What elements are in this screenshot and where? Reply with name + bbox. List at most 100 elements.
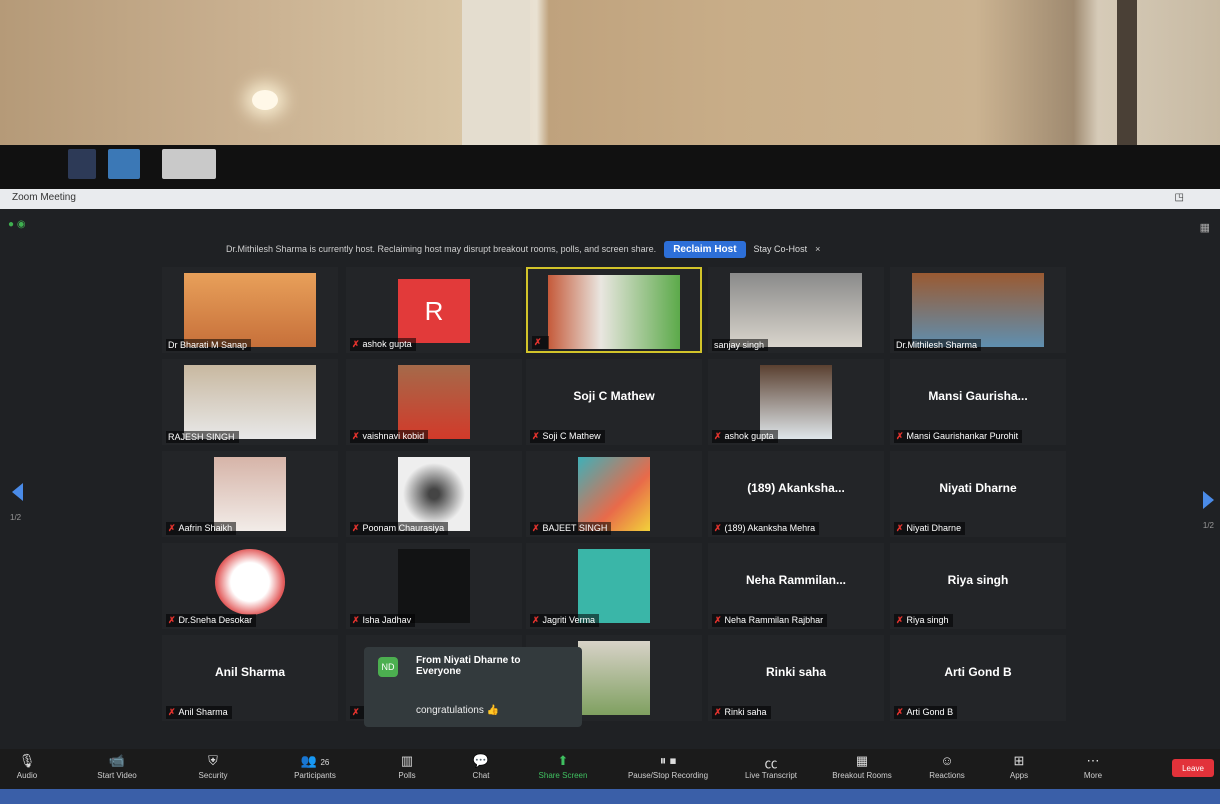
participant-tile[interactable]: Rinki saha ✗ Rinki saha [708, 635, 884, 721]
cc-icon: ㏄ [764, 756, 778, 771]
participant-tile[interactable]: ✗ Aafrin Shaikh [162, 451, 338, 537]
reactions-button[interactable]: ☺ Reactions [912, 749, 982, 789]
chat-button[interactable]: 💬 Chat [446, 749, 516, 789]
security-status-icon[interactable]: ● ◉ [8, 219, 26, 230]
microphone-icon: 🎙 [18, 753, 36, 768]
participant-tile[interactable]: Arti Gond B ✗ Arti Gond B [890, 635, 1066, 721]
muted-mic-icon: ✗ [534, 337, 542, 347]
participant-name: ✗ Isha Jadhav [350, 614, 416, 627]
participant-tile[interactable]: ✗ Jagriti Verma [526, 543, 702, 629]
host-banner: Dr.Mithilesh Sharma is currently host. R… [226, 239, 820, 259]
reclaim-host-button[interactable]: Reclaim Host [664, 240, 746, 258]
participant-name: ✗ [532, 336, 549, 349]
muted-mic-icon: ✗ [714, 431, 722, 441]
breakout-rooms-button[interactable]: ▦ Breakout Rooms [820, 749, 904, 789]
taskbar-app-icon[interactable] [108, 149, 140, 179]
participant-display-name: (189) Akanksha... [747, 481, 845, 495]
participant-name: ✗ Jagriti Verma [530, 614, 600, 627]
taskbar-app-icon[interactable] [68, 149, 96, 179]
participant-name: ✗ Soji C Mathew [530, 430, 605, 443]
share-screen-button[interactable]: ⬆ Share Screen [528, 749, 598, 789]
share-screen-icon: ⬆ [557, 753, 569, 768]
start-video-button[interactable]: 📹 Start Video [82, 749, 152, 789]
video-camera-icon: 📹 [108, 753, 126, 768]
participant-tile[interactable]: Anil Sharma ✗ Anil Sharma [162, 635, 338, 721]
participants-button[interactable]: 👥 26 Participants [280, 749, 350, 789]
participant-tile[interactable]: (189) Akanksha... ✗ (189) Akanksha Mehra [708, 451, 884, 537]
muted-mic-icon: ✗ [532, 523, 540, 533]
security-button[interactable]: ⛨ Security [178, 749, 248, 789]
participant-tile[interactable]: R ✗ ashok gupta [346, 267, 522, 353]
participant-tile[interactable]: Soji C Mathew ✗ Soji C Mathew [526, 359, 702, 445]
window-controls-icon[interactable]: ◳ [1175, 192, 1184, 203]
participant-display-name: Mansi Gaurisha... [928, 389, 1028, 403]
participant-tile[interactable]: ✗ BAJEET SINGH [526, 451, 702, 537]
participant-tile[interactable]: ✗ vaishnavi kobid [346, 359, 522, 445]
participant-tile[interactable]: Dr.Mithilesh Sharma [890, 267, 1066, 353]
muted-mic-icon: ✗ [352, 339, 360, 349]
participant-tile[interactable]: Neha Rammilan... ✗ Neha Rammilan Rajbhar [708, 543, 884, 629]
monitor-bezel [0, 145, 1220, 189]
chat-notification-popup[interactable]: ND From Niyati Dharne to Everyone congra… [364, 647, 582, 727]
os-taskbar [0, 789, 1220, 804]
participant-video [548, 275, 680, 349]
participant-video [398, 365, 470, 439]
chat-icon: 💬 [472, 753, 490, 768]
participant-name: ✗ Aafrin Shaikh [166, 522, 237, 535]
shield-icon: ⛨ [208, 753, 218, 768]
participant-tile[interactable]: Niyati Dharne ✗ Niyati Dharne [890, 451, 1066, 537]
muted-mic-icon: ✗ [896, 523, 904, 533]
people-icon: 👥 26 [300, 753, 330, 768]
room-pillar [462, 0, 530, 145]
participant-name: ✗ Rinki saha [712, 706, 771, 719]
polls-button[interactable]: ▥ Polls [372, 749, 442, 789]
participant-name: ✗ Riya singh [894, 614, 953, 627]
participant-display-name: Rinki saha [765, 665, 827, 679]
participant-tile[interactable]: ✗ Poonam Chaurasiya [346, 451, 522, 537]
next-page-icon[interactable] [1203, 491, 1214, 509]
muted-mic-icon: ✗ [168, 615, 176, 625]
close-banner-icon[interactable]: × [815, 244, 820, 254]
participant-video [912, 273, 1044, 347]
participant-tile[interactable]: Dr Bharati M Sanap [162, 267, 338, 353]
participant-tile[interactable]: RAJESH SINGH [162, 359, 338, 445]
muted-mic-icon: ✗ [896, 707, 904, 717]
muted-mic-icon: ✗ [532, 431, 540, 441]
participant-tile[interactable]: Riya singh ✗ Riya singh [890, 543, 1066, 629]
taskbar-app-icon[interactable] [162, 149, 216, 179]
participant-video [184, 273, 316, 347]
participant-name: ✗ Anil Sharma [166, 706, 232, 719]
more-button[interactable]: ⋯ More [1058, 749, 1128, 789]
apps-button[interactable]: ⊞ Apps [984, 749, 1054, 789]
participant-tile[interactable]: ✗ Isha Jadhav [346, 543, 522, 629]
participant-display-name: Arti Gond B [944, 665, 1012, 679]
muted-mic-icon: ✗ [714, 707, 722, 717]
participant-tile[interactable]: sanjay singh [708, 267, 884, 353]
participant-tile[interactable]: ✗ Dr.Sneha Desokar [162, 543, 338, 629]
participant-tile[interactable]: ✗ ashok gupta [708, 359, 884, 445]
participant-tile-active-speaker[interactable]: ✗ [526, 267, 702, 353]
participant-video [760, 365, 832, 439]
participant-count: 26 [320, 758, 330, 767]
page-indicator-left: 1/2 [10, 513, 22, 522]
participant-video [215, 549, 285, 615]
muted-mic-icon: ✗ [714, 523, 722, 533]
view-layout-icon[interactable]: ▦ [1200, 221, 1210, 234]
window-titlebar: Zoom Meeting ◳ [0, 189, 1220, 209]
ellipsis-icon: ⋯ [1086, 753, 1100, 768]
participant-display-name: Niyati Dharne [939, 481, 1017, 495]
participant-name: ✗ Arti Gond B [894, 706, 958, 719]
live-transcript-button[interactable]: ㏄ Live Transcript [736, 749, 806, 789]
participant-video [398, 549, 470, 623]
participant-avatar: R [398, 279, 470, 343]
participant-name: sanjay singh [712, 339, 769, 351]
prev-page-icon[interactable] [12, 483, 23, 501]
pause-stop-recording-button[interactable]: ⏸ ⏹ Pause/Stop Recording [614, 749, 722, 789]
apps-icon: ⊞ [1013, 753, 1025, 768]
audio-button[interactable]: 🎙 Audio [0, 749, 62, 789]
participant-tile[interactable]: Mansi Gaurisha... ✗ Mansi Gaurishankar Pu… [890, 359, 1066, 445]
meeting-toolbar: 🎙 Audio 📹 Start Video ⛨ Security 👥 26 Pa… [0, 749, 1220, 789]
stay-cohost-button[interactable]: Stay Co-Host [754, 244, 808, 254]
muted-mic-icon: ✗ [714, 615, 722, 625]
leave-button[interactable]: Leave [1172, 759, 1214, 777]
